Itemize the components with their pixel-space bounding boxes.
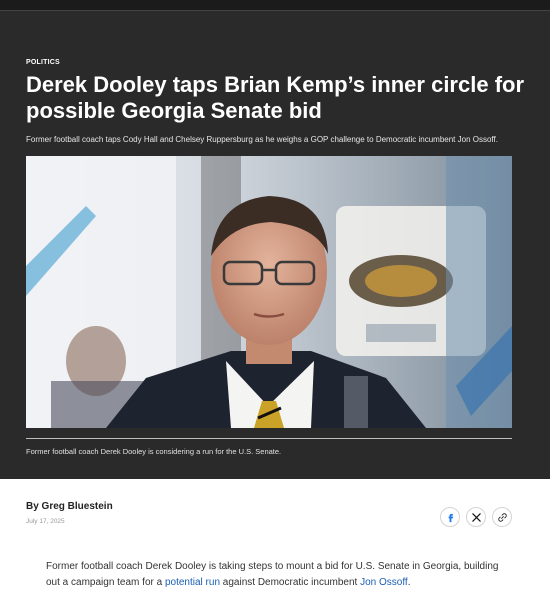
lead-photo-image (26, 156, 512, 428)
photo-caption: Former football coach Derek Dooley is co… (26, 447, 282, 456)
body-text-3: . (407, 577, 411, 588)
x-icon (471, 512, 481, 522)
top-nav-bar (0, 0, 550, 11)
share-facebook-button[interactable] (440, 507, 460, 527)
copy-link-button[interactable] (492, 507, 512, 527)
share-buttons (440, 507, 512, 527)
article-dek: Former football coach taps Cody Hall and… (26, 135, 498, 144)
lead-photo (26, 156, 512, 428)
section-label[interactable]: POLITICS (26, 59, 524, 66)
share-x-button[interactable] (466, 507, 486, 527)
article-body-paragraph: Former football coach Derek Dooley is ta… (0, 525, 550, 591)
article-headline: Derek Dooley taps Brian Kemp’s inner cir… (26, 72, 525, 123)
link-icon (497, 512, 507, 522)
potential-run-link[interactable]: potential run (165, 577, 220, 588)
jon-ossoff-link[interactable]: Jon Ossoff (360, 577, 408, 588)
facebook-icon (448, 513, 453, 522)
article-hero: POLITICS Derek Dooley taps Brian Kemp’s … (0, 11, 550, 479)
body-text-2: against Democratic incumbent (220, 577, 361, 588)
byline-section: By Greg Bluestein July 17, 2025 (0, 479, 550, 527)
caption-divider (26, 438, 512, 439)
